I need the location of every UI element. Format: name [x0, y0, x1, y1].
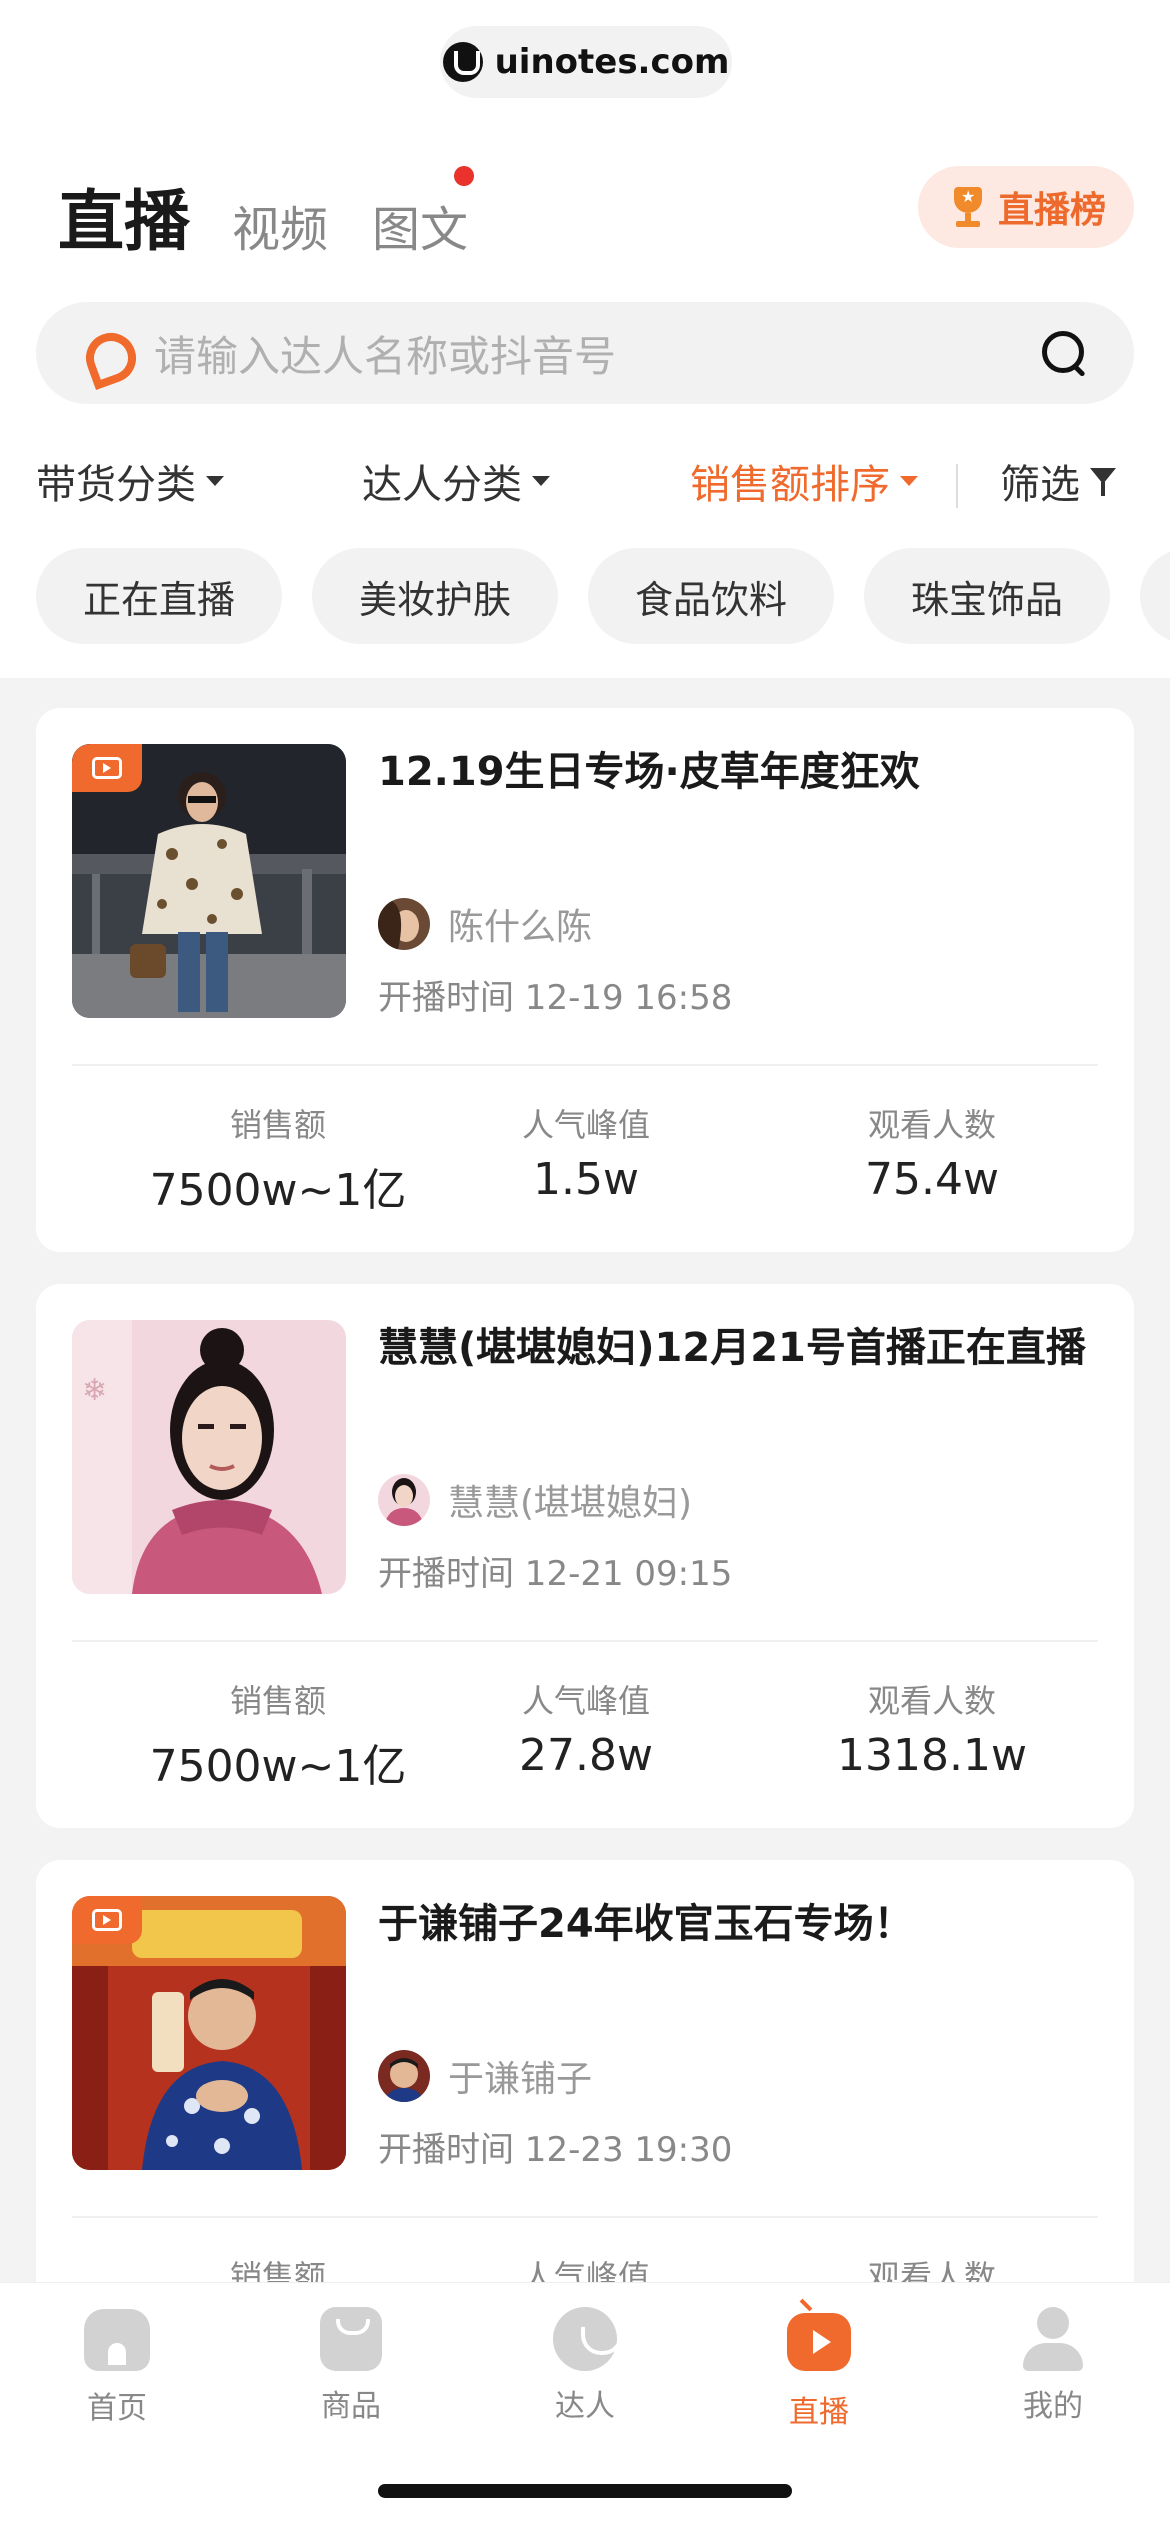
caret-down-icon: [206, 476, 224, 486]
tab-video[interactable]: 视频: [232, 190, 328, 264]
video-camera-icon: [92, 757, 122, 779]
talent-category-filter[interactable]: 达人分类: [362, 452, 550, 510]
host-info[interactable]: 陈什么陈: [378, 898, 592, 950]
stat-value: 7500w~1亿: [149, 1741, 407, 1792]
sales-sort-label: 销售额排序: [690, 462, 890, 508]
chip-food[interactable]: 食品饮料: [588, 548, 834, 644]
avatar: [378, 2050, 430, 2102]
stat-peak: 人气峰值 27.8w: [416, 1676, 756, 1781]
category-chips: 正在直播 美妆护肤 食品饮料 珠宝饰品: [36, 548, 1170, 644]
home-icon: [84, 2309, 150, 2371]
live-card[interactable]: ❄ 慧慧(堪堪媳妇)12月21号首播正在直播 慧慧(堪堪媳妇) 开播时间 12-…: [36, 1284, 1134, 1828]
tab-image-text[interactable]: 图文: [372, 190, 468, 264]
divider: [72, 2216, 1098, 2218]
home-indicator: [378, 2484, 792, 2498]
notification-dot: [454, 166, 474, 186]
profile-icon: [1021, 2307, 1085, 2373]
sales-sort-filter[interactable]: 销售额排序: [690, 452, 918, 510]
divider: [72, 1640, 1098, 1642]
search-icon[interactable]: [1040, 329, 1088, 377]
nav-talent[interactable]: 达人: [468, 2305, 702, 2425]
stat-label: 销售额: [229, 1106, 326, 1144]
content-tabs: 直播 视频 图文: [58, 166, 512, 264]
live-cover-image: ❄: [72, 1320, 346, 1594]
bag-icon: [320, 2307, 382, 2371]
goods-category-label: 带货分类: [36, 462, 196, 508]
live-ranking-label: 直播榜: [997, 190, 1106, 231]
host-name: 于谦铺子: [448, 2059, 593, 2100]
avatar: [378, 1474, 430, 1526]
live-badge: [72, 744, 142, 792]
stat-value: 75.4w: [865, 1154, 999, 1205]
chip-jewelry[interactable]: 珠宝饰品: [864, 548, 1110, 644]
chip-beauty[interactable]: 美妆护肤: [312, 548, 558, 644]
screen-filter[interactable]: 筛选: [1000, 452, 1116, 510]
search-input[interactable]: 请输入达人名称或抖音号: [154, 323, 1040, 384]
start-time: 开播时间 12-19 16:58: [378, 978, 733, 1018]
nav-label: 商品: [321, 2389, 381, 2424]
search-bar[interactable]: 请输入达人名称或抖音号: [36, 302, 1134, 404]
stat-peak: 人气峰值 1.5w: [416, 1100, 756, 1205]
svg-text:❄: ❄: [82, 1373, 107, 1408]
live-title: 于谦铺子24年收官玉石专场！: [378, 1901, 914, 1947]
live-title: 12.19生日专场·皮草年度狂欢: [378, 749, 920, 795]
chip-more[interactable]: [1140, 548, 1170, 644]
live-cover-image: [72, 1896, 346, 2170]
filter-divider: [956, 464, 958, 508]
talent-icon: [553, 2307, 623, 2371]
filter-bar: 带货分类 达人分类 销售额排序 筛选: [0, 452, 1170, 522]
divider: [72, 1064, 1098, 1066]
stat-label: 销售额: [229, 1682, 326, 1720]
nav-profile[interactable]: 我的: [936, 2305, 1170, 2425]
host-name: 慧慧(堪堪媳妇): [448, 1483, 693, 1524]
stat-value: 1.5w: [533, 1154, 639, 1205]
live-ranking-button[interactable]: ★ 直播榜: [918, 166, 1134, 248]
tab-live[interactable]: 直播: [58, 168, 190, 264]
avatar: [378, 898, 430, 950]
live-badge: [72, 1896, 142, 1944]
stat-value: 7500w~1亿: [149, 1165, 407, 1216]
top-section: uinotes.com 直播 视频 图文 ★ 直播榜 请输入达人名称或抖音号 带…: [0, 0, 1170, 678]
stat-label: 人气峰值: [521, 1682, 650, 1720]
start-time: 开播时间 12-21 09:15: [378, 1554, 733, 1594]
nav-label: 达人: [555, 2389, 615, 2424]
trophy-icon: ★: [946, 185, 990, 229]
goods-category-filter[interactable]: 带货分类: [36, 452, 224, 510]
stat-label: 观看人数: [867, 1682, 996, 1720]
nav-home[interactable]: 首页: [0, 2305, 234, 2427]
stat-value: 27.8w: [519, 1730, 653, 1781]
stat-sales: 销售额 7500w~1亿: [108, 1676, 448, 1794]
screen-label: 筛选: [1000, 462, 1080, 508]
funnel-icon: [1090, 466, 1116, 496]
douyin-search-logo-icon: [82, 329, 130, 377]
nav-label: 首页: [87, 2391, 147, 2426]
stat-viewers: 观看人数 1318.1w: [762, 1676, 1102, 1781]
live-page: uinotes.com 直播 视频 图文 ★ 直播榜 请输入达人名称或抖音号 带…: [0, 0, 1170, 2532]
nav-goods[interactable]: 商品: [234, 2305, 468, 2425]
live-cover-image: [72, 744, 346, 1018]
stat-label: 人气峰值: [521, 1106, 650, 1144]
nav-label: 直播: [789, 2395, 849, 2430]
live-title: 慧慧(堪堪媳妇)12月21号首播正在直播: [378, 1325, 1086, 1371]
live-tv-icon: [787, 2313, 851, 2371]
caret-down-icon: [532, 476, 550, 486]
caret-down-icon: [900, 476, 918, 486]
host-name: 陈什么陈: [448, 907, 593, 948]
site-logo-icon: [442, 42, 483, 82]
stat-viewers: 观看人数 75.4w: [762, 1100, 1102, 1205]
nav-live[interactable]: 直播: [702, 2305, 936, 2431]
stat-label: 观看人数: [867, 1106, 996, 1144]
chip-live-now[interactable]: 正在直播: [36, 548, 282, 644]
talent-category-label: 达人分类: [362, 462, 522, 508]
host-info[interactable]: 慧慧(堪堪媳妇): [378, 1474, 692, 1526]
url-text: uinotes.com: [494, 42, 730, 82]
live-card[interactable]: 12.19生日专场·皮草年度狂欢 陈什么陈 开播时间 12-19 16:58 销…: [36, 708, 1134, 1252]
stat-sales: 销售额 7500w~1亿: [108, 1100, 448, 1218]
start-time: 开播时间 12-23 19:30: [378, 2130, 733, 2170]
video-camera-icon: [92, 1909, 122, 1931]
nav-label: 我的: [1023, 2389, 1083, 2424]
host-info[interactable]: 于谦铺子: [378, 2050, 592, 2102]
stat-value: 1318.1w: [837, 1730, 1027, 1781]
url-bar[interactable]: uinotes.com: [440, 26, 732, 98]
